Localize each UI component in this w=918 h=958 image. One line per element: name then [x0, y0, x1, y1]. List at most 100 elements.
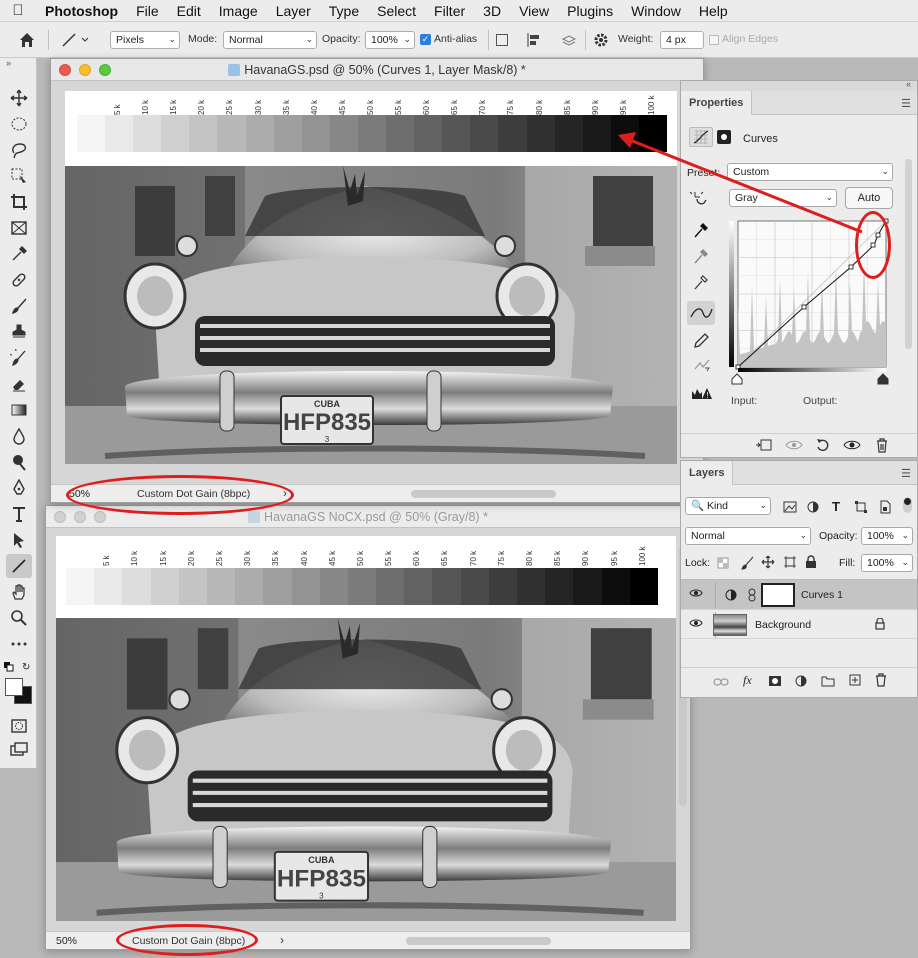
object-selection-tool-icon[interactable]: [9, 166, 29, 186]
link-layers-icon[interactable]: [713, 676, 729, 691]
blend-mode-select[interactable]: Normal ⌄: [685, 527, 811, 545]
menu-plugins[interactable]: Plugins: [558, 0, 622, 22]
home-icon[interactable]: [18, 31, 36, 52]
reset-adjustment-icon[interactable]: [815, 437, 831, 456]
lock-all-icon[interactable]: [805, 555, 817, 572]
frame-tool-icon[interactable]: [9, 218, 29, 238]
new-layer-icon[interactable]: [849, 674, 861, 689]
foreground-color-swatch[interactable]: [5, 678, 23, 696]
path-operations-icon[interactable]: [496, 34, 508, 46]
brush-tool-icon[interactable]: [9, 296, 29, 316]
menu-view[interactable]: View: [510, 0, 558, 22]
menu-layer[interactable]: Layer: [267, 0, 320, 22]
pencil-draw-icon[interactable]: [693, 331, 709, 352]
gradient-tool-icon[interactable]: [9, 400, 29, 420]
opacity-field[interactable]: 100% ⌄: [365, 31, 415, 49]
quick-mask-icon[interactable]: [9, 716, 29, 736]
path-selection-tool-icon[interactable]: [9, 530, 29, 550]
layer-opacity-field[interactable]: 100% ⌄: [861, 527, 913, 545]
filter-kind-select[interactable]: 🔍 Kind ⌄: [685, 497, 771, 515]
layer-mask-thumbnail[interactable]: [761, 583, 795, 607]
lasso-tool-icon[interactable]: [9, 140, 29, 160]
properties-scrollbar[interactable]: [905, 159, 912, 349]
delete-layer-icon[interactable]: [875, 673, 887, 690]
app-name-menu[interactable]: Photoshop: [36, 0, 127, 22]
hand-tool-icon[interactable]: [9, 582, 29, 602]
lock-image-icon[interactable]: [741, 556, 755, 573]
layer-row-background[interactable]: Background: [681, 609, 917, 639]
clipping-warning-icon[interactable]: !: [691, 385, 713, 404]
zoom-tool-icon[interactable]: [9, 608, 29, 628]
dodge-tool-icon[interactable]: [9, 452, 29, 472]
healing-brush-tool-icon[interactable]: [9, 270, 29, 290]
lock-transparent-icon[interactable]: [717, 557, 729, 572]
new-adjustment-layer-icon[interactable]: [795, 675, 807, 690]
filter-type-icon[interactable]: T: [832, 499, 840, 514]
crop-tool-icon[interactable]: [9, 192, 29, 212]
path-alignment-icon[interactable]: [526, 32, 542, 51]
line-tool-preset-icon[interactable]: [60, 31, 90, 52]
horizontal-scrollbar[interactable]: [411, 490, 556, 498]
move-tool-icon[interactable]: [9, 88, 29, 108]
filter-adjustment-icon[interactable]: [807, 501, 819, 516]
history-brush-tool-icon[interactable]: [9, 348, 29, 368]
horizontal-scrollbar[interactable]: [406, 937, 551, 945]
white-point-eyedropper-icon[interactable]: [693, 273, 709, 294]
gear-icon[interactable]: [592, 31, 610, 52]
blend-mode-select[interactable]: Normal ⌄: [223, 31, 317, 49]
collapse-icon[interactable]: »: [6, 58, 11, 68]
eraser-tool-icon[interactable]: [9, 374, 29, 394]
eyedropper-tool-icon[interactable]: [9, 244, 29, 264]
menu-edit[interactable]: Edit: [168, 0, 210, 22]
smooth-curve-icon[interactable]: [693, 357, 711, 376]
panel-menu-icon[interactable]: ☰: [901, 467, 911, 480]
filter-toggle[interactable]: [903, 497, 912, 513]
visibility-eye-icon[interactable]: [689, 588, 703, 601]
tool-mode-select[interactable]: Pixels ⌄: [110, 31, 180, 49]
menu-3d[interactable]: 3D: [474, 0, 510, 22]
marquee-tool-icon[interactable]: [9, 114, 29, 134]
gray-point-eyedropper-icon[interactable]: [693, 247, 709, 268]
menu-type[interactable]: Type: [320, 0, 368, 22]
weight-field[interactable]: 4 px: [660, 31, 704, 49]
view-previous-state-icon[interactable]: [785, 438, 803, 455]
more-tools-icon[interactable]: [9, 634, 29, 654]
document-canvas[interactable]: 5 k 10 k 15 k 20 k 25 k 30 k 35 k 40 k 45 k 50 k 5…: [65, 91, 677, 464]
add-mask-icon[interactable]: [768, 675, 782, 690]
layer-style-fx-icon[interactable]: fx: [743, 673, 752, 688]
blur-tool-icon[interactable]: [9, 426, 29, 446]
path-arrangement-icon[interactable]: [560, 31, 578, 52]
layer-name[interactable]: Curves 1: [801, 589, 843, 601]
mask-link-icon[interactable]: [747, 588, 757, 605]
delete-adjustment-icon[interactable]: [875, 437, 889, 456]
antialias-checkbox[interactable]: ✓: [420, 34, 431, 45]
apple-icon[interactable]: : [0, 2, 36, 19]
menu-window[interactable]: Window: [622, 0, 690, 22]
type-tool-icon[interactable]: [9, 504, 29, 524]
menu-select[interactable]: Select: [368, 0, 425, 22]
layer-thumbnail[interactable]: [713, 614, 747, 636]
menu-file[interactable]: File: [127, 0, 168, 22]
screen-mode-icon[interactable]: [9, 740, 29, 760]
swap-colors-icon[interactable]: ↻: [22, 662, 30, 673]
lock-artboard-icon[interactable]: [783, 555, 797, 572]
line-tool-icon[interactable]: [6, 554, 32, 578]
tab-properties[interactable]: Properties: [681, 91, 753, 115]
clip-to-layer-icon[interactable]: [755, 438, 773, 455]
default-colors-icon[interactable]: [4, 662, 14, 675]
filter-shape-icon[interactable]: [855, 501, 867, 516]
menu-filter[interactable]: Filter: [425, 0, 474, 22]
layer-name[interactable]: Background: [755, 619, 811, 631]
stamp-tool-icon[interactable]: [9, 322, 29, 342]
filter-smart-object-icon[interactable]: [879, 500, 891, 517]
document-canvas[interactable]: 5 k 10 k 15 k 20 k 25 k 30 k 35 k 40 k 45 k 50 k 5…: [56, 536, 676, 921]
status-expand-icon[interactable]: ›: [280, 933, 284, 947]
tab-layers[interactable]: Layers: [681, 461, 734, 485]
visibility-eye-icon[interactable]: [689, 618, 703, 631]
black-slider-icon[interactable]: [731, 373, 743, 388]
panel-menu-icon[interactable]: ☰: [901, 97, 911, 110]
layer-row-curves[interactable]: Curves 1: [681, 579, 917, 609]
fill-field[interactable]: 100% ⌄: [861, 554, 913, 572]
menu-image[interactable]: Image: [210, 0, 267, 22]
curve-points-mode-icon[interactable]: [687, 301, 715, 325]
